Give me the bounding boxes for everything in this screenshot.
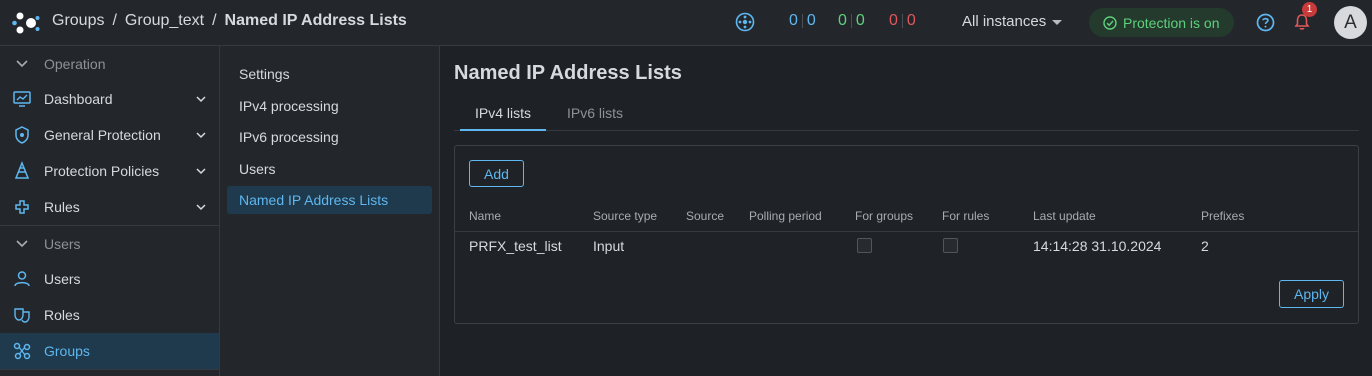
cell-prefixes: 2 xyxy=(1201,238,1209,254)
group-subnav: Settings IPv4 processing IPv6 processing… xyxy=(220,46,440,376)
breadcrumb-group-text[interactable]: Group_text xyxy=(125,12,204,30)
breadcrumb-groups[interactable]: Groups xyxy=(52,12,104,30)
for-groups-checkbox[interactable] xyxy=(857,238,872,253)
counter-green[interactable]: 0 0 xyxy=(838,12,865,30)
sidebar: Operation Dashboard General Protection P… xyxy=(0,46,220,376)
sidebar-item-label: Protection Policies xyxy=(44,163,160,179)
sidebar-item-label: Users xyxy=(44,271,81,287)
instances-label: All instances xyxy=(962,13,1047,30)
tab-ipv4-lists[interactable]: IPv4 lists xyxy=(475,105,531,121)
column-header-for-rules[interactable]: For rules xyxy=(942,209,989,223)
sidebar-item-rules[interactable]: Rules xyxy=(0,189,219,225)
sidebar-item-label: Roles xyxy=(44,307,80,323)
column-header-last-update[interactable]: Last update xyxy=(1033,209,1096,223)
add-button[interactable]: Add xyxy=(469,160,524,187)
subnav-item-ipv6-processing[interactable]: IPv6 processing xyxy=(227,123,432,151)
counter-blue[interactable]: 0 0 xyxy=(789,12,816,30)
chevron-down-icon xyxy=(196,96,206,103)
cell-source-type: Input xyxy=(593,238,625,254)
counter-red-b: 0 xyxy=(906,12,916,29)
subnav-item-settings[interactable]: Settings xyxy=(227,60,432,88)
groups-graph-icon xyxy=(13,342,31,360)
sidebar-item-protection-policies[interactable]: Protection Policies xyxy=(0,153,219,189)
roles-mask-icon xyxy=(14,308,30,323)
sidebar-divider xyxy=(0,369,219,370)
sidebar-item-general-protection[interactable]: General Protection xyxy=(0,117,219,153)
table-header-divider xyxy=(455,231,1358,232)
user-icon xyxy=(14,271,30,287)
column-header-polling-period[interactable]: Polling period xyxy=(749,209,822,223)
breadcrumb: Groups / Group_text / Named IP Address L… xyxy=(52,12,407,30)
chevron-down-icon xyxy=(196,204,206,211)
subnav-item-ipv4-processing[interactable]: IPv4 processing xyxy=(227,92,432,120)
sidebar-item-label: Rules xyxy=(44,199,80,215)
apply-button[interactable]: Apply xyxy=(1279,280,1344,308)
sidebar-section-label: Users xyxy=(44,236,81,252)
sidebar-item-label: Dashboard xyxy=(44,91,113,107)
sidebar-item-roles[interactable]: Roles xyxy=(0,297,219,333)
sidebar-item-groups[interactable]: Groups xyxy=(0,333,219,369)
cell-name[interactable]: PRFX_test_list xyxy=(469,238,562,254)
breadcrumb-current: Named IP Address Lists xyxy=(224,12,407,29)
sidebar-item-dashboard[interactable]: Dashboard xyxy=(0,81,219,117)
column-header-for-groups[interactable]: For groups xyxy=(855,209,913,223)
sidebar-item-users[interactable]: Users xyxy=(0,261,219,297)
counter-red-a: 0 xyxy=(889,12,898,29)
instances-dropdown[interactable]: All instances xyxy=(962,13,1063,30)
sidebar-section-operation[interactable]: Operation xyxy=(0,46,219,82)
help-icon[interactable] xyxy=(1256,13,1275,32)
column-header-source-type[interactable]: Source type xyxy=(593,209,657,223)
sidebar-section-label: Operation xyxy=(44,56,106,72)
counter-green-b: 0 xyxy=(855,12,865,29)
breadcrumb-separator: / xyxy=(112,12,117,29)
counter-blue-a: 0 xyxy=(789,12,798,29)
column-header-prefixes[interactable]: Prefixes xyxy=(1201,209,1244,223)
counter-divider xyxy=(850,14,852,28)
network-status-icon[interactable] xyxy=(735,12,755,32)
chevron-down-icon xyxy=(196,168,206,175)
column-header-name[interactable]: Name xyxy=(469,209,501,223)
tab-bar: IPv4 lists IPv6 lists xyxy=(454,98,1359,131)
counter-divider xyxy=(901,14,903,28)
for-rules-checkbox[interactable] xyxy=(943,238,958,253)
app-logo-icon[interactable] xyxy=(12,9,40,37)
counter-red[interactable]: 0 0 xyxy=(889,12,916,30)
main-content: Named IP Address Lists IPv4 lists IPv6 l… xyxy=(440,46,1372,376)
sidebar-section-users[interactable]: Users xyxy=(0,226,219,262)
counter-green-a: 0 xyxy=(838,12,847,29)
protection-status-badge[interactable]: Protection is on xyxy=(1089,8,1234,37)
chevron-down-icon xyxy=(16,60,28,68)
column-header-source[interactable]: Source xyxy=(686,209,724,223)
shield-network-icon xyxy=(15,126,29,144)
tab-ipv6-lists[interactable]: IPv6 lists xyxy=(567,105,623,121)
lists-panel: Add Name Source type Source Polling peri… xyxy=(454,145,1359,324)
check-circle-icon xyxy=(1103,15,1117,30)
sidebar-item-label: Groups xyxy=(44,343,90,359)
chevron-down-icon xyxy=(196,132,206,139)
active-tab-indicator xyxy=(460,129,546,131)
user-avatar[interactable]: A xyxy=(1334,6,1367,39)
dashboard-monitor-icon xyxy=(13,91,31,107)
breadcrumb-separator: / xyxy=(212,12,217,29)
protection-status-label: Protection is on xyxy=(1123,14,1220,31)
top-bar: Groups / Group_text / Named IP Address L… xyxy=(0,0,1372,46)
rules-puzzle-icon xyxy=(15,200,29,214)
sidebar-item-label: General Protection xyxy=(44,127,161,143)
chevron-down-icon xyxy=(16,240,28,248)
policy-cone-icon xyxy=(14,161,30,179)
caret-down-icon xyxy=(1052,20,1063,25)
subnav-item-users[interactable]: Users xyxy=(227,155,432,183)
subnav-item-named-ip-lists[interactable]: Named IP Address Lists xyxy=(227,186,432,214)
counter-blue-b: 0 xyxy=(806,12,816,29)
page-title: Named IP Address Lists xyxy=(454,62,682,84)
notifications-count-badge: 1 xyxy=(1302,2,1317,17)
counter-divider xyxy=(801,14,803,28)
cell-last-update: 14:14:28 31.10.2024 xyxy=(1033,238,1162,254)
